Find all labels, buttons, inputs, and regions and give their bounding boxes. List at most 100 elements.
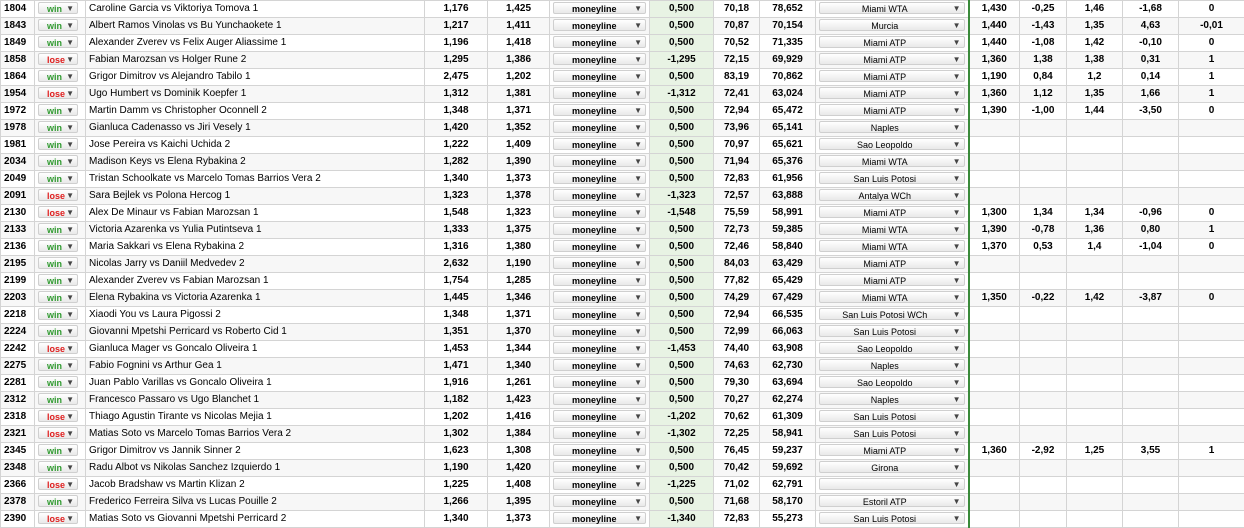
bet-type-dropdown[interactable]: moneyline▼ [553,189,646,201]
bet-type-dropdown[interactable]: moneyline▼ [553,427,646,439]
bet-type-value: moneyline [554,157,617,167]
venue-dropdown[interactable]: Miami ATP▼ [819,444,965,456]
bet-type-dropdown[interactable]: moneyline▼ [553,36,646,48]
result-dropdown[interactable]: lose▼ [38,410,78,422]
result-cell: win▼ [35,154,86,171]
bet-type-dropdown[interactable]: moneyline▼ [553,461,646,473]
venue-dropdown[interactable]: Miami WTA▼ [819,2,965,14]
bet-type-dropdown[interactable]: moneyline▼ [553,393,646,405]
bet-type-dropdown[interactable]: moneyline▼ [553,172,646,184]
venue-dropdown[interactable]: Sao Leopoldo▼ [819,376,965,388]
bet-type-dropdown[interactable]: moneyline▼ [553,325,646,337]
result-dropdown[interactable]: win▼ [38,461,78,473]
venue-dropdown[interactable]: San Luis Potosi WCh▼ [819,308,965,320]
venue-dropdown[interactable]: San Luis Potosi▼ [819,325,965,337]
result-dropdown[interactable]: lose▼ [38,427,78,439]
bet-type-dropdown[interactable]: moneyline▼ [553,104,646,116]
bet-type-dropdown[interactable]: moneyline▼ [553,206,646,218]
bet-type-dropdown[interactable]: moneyline▼ [553,274,646,286]
venue-dropdown[interactable]: Miami ATP▼ [819,104,965,116]
result-dropdown[interactable]: win▼ [38,240,78,252]
match-cell: Madison Keys vs Elena Rybakina 2 [86,154,425,171]
venue-dropdown[interactable]: Murcia▼ [819,19,965,31]
venue-dropdown[interactable]: Girona▼ [819,461,965,473]
venue-dropdown[interactable]: Miami ATP▼ [819,206,965,218]
bet-type-dropdown[interactable]: moneyline▼ [553,342,646,354]
venue-dropdown[interactable]: Estoril ATP▼ [819,495,965,507]
bet-type-dropdown[interactable]: moneyline▼ [553,53,646,65]
result-dropdown[interactable]: win▼ [38,36,78,48]
result-dropdown[interactable]: lose▼ [38,512,78,524]
result-dropdown[interactable]: lose▼ [38,342,78,354]
venue-dropdown[interactable]: Naples▼ [819,121,965,133]
venue-dropdown[interactable]: Miami WTA▼ [819,155,965,167]
venue-dropdown[interactable]: San Luis Potosi▼ [819,512,965,524]
venue-dropdown[interactable]: Miami WTA▼ [819,291,965,303]
result-dropdown[interactable]: win▼ [38,359,78,371]
venue-dropdown[interactable]: Naples▼ [819,393,965,405]
venue-dropdown[interactable]: Miami ATP▼ [819,53,965,65]
bet-type-dropdown[interactable]: moneyline▼ [553,359,646,371]
result-dropdown[interactable]: win▼ [38,138,78,150]
result-dropdown[interactable]: win▼ [38,325,78,337]
bet-type-dropdown[interactable]: moneyline▼ [553,291,646,303]
venue-dropdown[interactable]: San Luis Potosi▼ [819,410,965,422]
venue-dropdown[interactable]: Sao Leopoldo▼ [819,342,965,354]
bet-type-dropdown[interactable]: moneyline▼ [553,155,646,167]
bet-type-dropdown[interactable]: moneyline▼ [553,138,646,150]
result-dropdown[interactable]: win▼ [38,172,78,184]
venue-dropdown[interactable]: Naples▼ [819,359,965,371]
bet-type-dropdown[interactable]: moneyline▼ [553,512,646,524]
result-dropdown[interactable]: win▼ [38,444,78,456]
result-dropdown[interactable]: win▼ [38,257,78,269]
venue-dropdown[interactable]: San Luis Potosi▼ [819,427,965,439]
result-dropdown[interactable]: lose▼ [38,189,78,201]
venue-dropdown[interactable]: Miami ATP▼ [819,274,965,286]
venue-dropdown[interactable]: Miami ATP▼ [819,70,965,82]
venue-dropdown[interactable]: Miami ATP▼ [819,257,965,269]
result-dropdown[interactable]: win▼ [38,19,78,31]
bet-type-dropdown[interactable]: moneyline▼ [553,444,646,456]
bet-type-dropdown[interactable]: moneyline▼ [553,87,646,99]
result-dropdown[interactable]: win▼ [38,308,78,320]
bet-type-dropdown[interactable]: moneyline▼ [553,240,646,252]
bet-type-dropdown[interactable]: moneyline▼ [553,410,646,422]
venue-dropdown[interactable]: Miami WTA▼ [819,223,965,235]
result-dropdown[interactable]: win▼ [38,393,78,405]
result-dropdown[interactable]: win▼ [38,155,78,167]
bet-type-dropdown[interactable]: moneyline▼ [553,121,646,133]
result-dropdown[interactable]: win▼ [38,291,78,303]
venue-dropdown[interactable]: Sao Leopoldo▼ [819,138,965,150]
result-dropdown[interactable]: lose▼ [38,206,78,218]
bet-type-dropdown[interactable]: moneyline▼ [553,2,646,14]
result-dropdown[interactable]: win▼ [38,104,78,116]
result-dropdown[interactable]: win▼ [38,2,78,14]
result-dropdown[interactable]: lose▼ [38,87,78,99]
venue-dropdown[interactable]: Antalya WCh▼ [819,189,965,201]
result-dropdown[interactable]: lose▼ [38,478,78,490]
bet-type-dropdown[interactable]: moneyline▼ [553,495,646,507]
result-dropdown[interactable]: win▼ [38,376,78,388]
result-dropdown[interactable]: win▼ [38,121,78,133]
bet-type-dropdown[interactable]: moneyline▼ [553,257,646,269]
result-dropdown[interactable]: win▼ [38,274,78,286]
venue-dropdown[interactable]: Miami ATP▼ [819,87,965,99]
result-dropdown[interactable]: win▼ [38,70,78,82]
venue-dropdown[interactable]: San Luis Potosi▼ [819,172,965,184]
bet-type-dropdown[interactable]: moneyline▼ [553,70,646,82]
bet-type-dropdown[interactable]: moneyline▼ [553,223,646,235]
bet-type-dropdown[interactable]: moneyline▼ [553,19,646,31]
bet-type-dropdown[interactable]: moneyline▼ [553,308,646,320]
result-dropdown[interactable]: lose▼ [38,53,78,65]
bet-type-dropdown[interactable]: moneyline▼ [553,376,646,388]
venue-dropdown[interactable]: ▼ [819,478,965,490]
chevron-down-icon: ▼ [66,190,74,202]
venue-dropdown[interactable]: Miami ATP▼ [819,36,965,48]
result-dropdown[interactable]: win▼ [38,223,78,235]
row-id: 2275 [1,358,35,375]
extra-odds-cell: 1,370 [969,239,1020,256]
result-dropdown[interactable]: win▼ [38,495,78,507]
venue-dropdown[interactable]: Miami WTA▼ [819,240,965,252]
extra-delta-cell [1020,273,1067,290]
bet-type-dropdown[interactable]: moneyline▼ [553,478,646,490]
